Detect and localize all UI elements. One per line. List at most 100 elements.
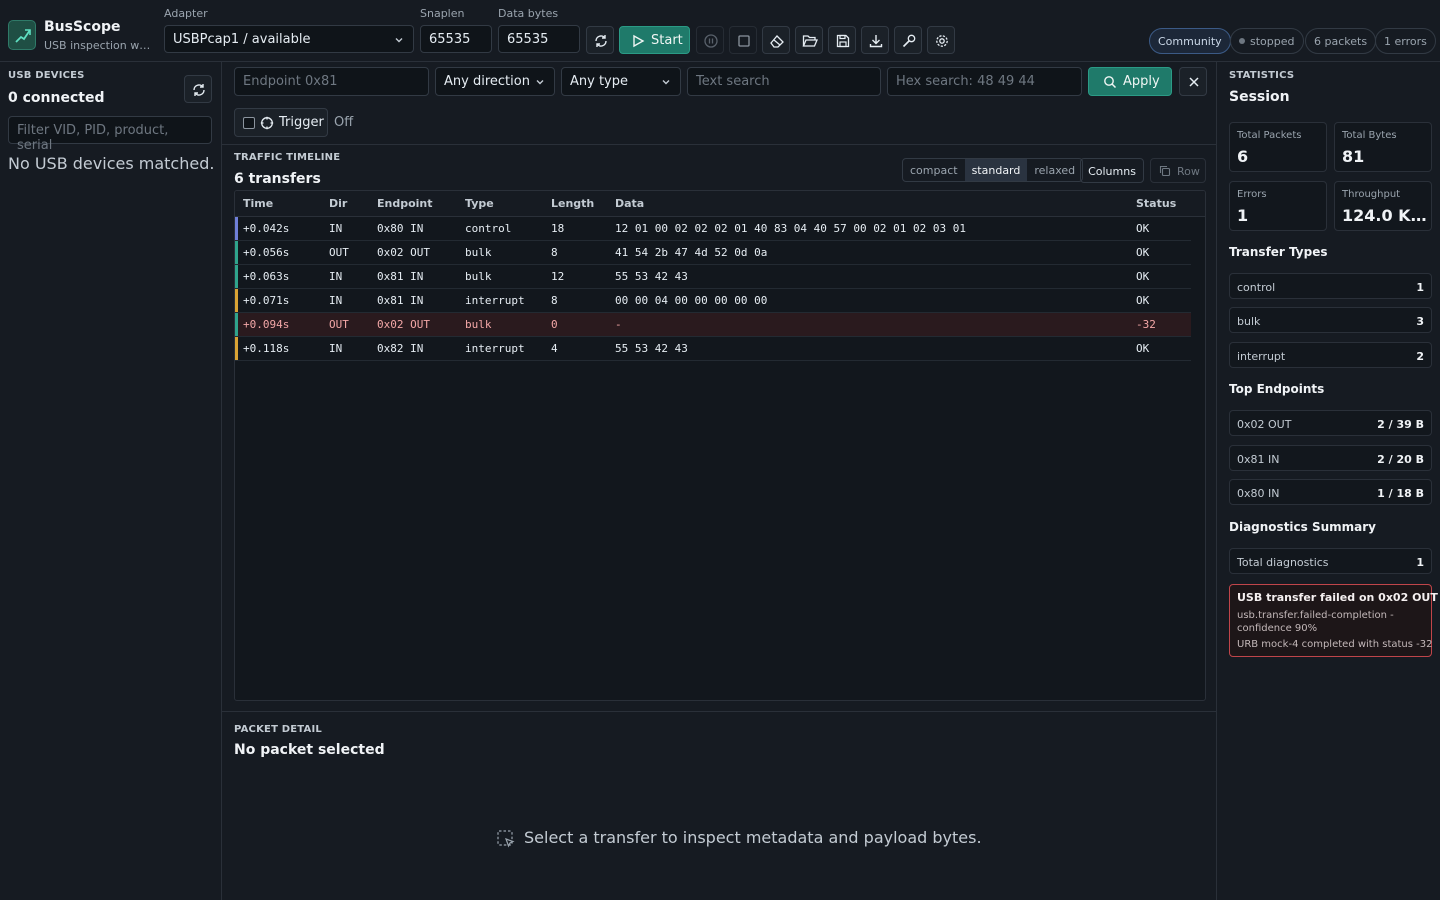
table-row[interactable]: +0.056s OUT 0x02 OUT bulk 8 41 54 2b 47 4d 52…: [235, 241, 1191, 265]
diagnostic-card[interactable]: USB transfer failed on 0x02 OUT usb.tran…: [1229, 584, 1438, 657]
stat-total-packets: Total Packets 6: [1229, 122, 1327, 172]
gear-icon: [936, 35, 948, 47]
export-button[interactable]: [861, 26, 889, 54]
device-filter-input[interactable]: Filter VID, PID, product, serial: [8, 116, 212, 153]
databytes-label: Data bytes: [498, 7, 559, 20]
density-standard[interactable]: standard: [964, 159, 1028, 181]
stats-title: Session: [1229, 89, 1290, 105]
diagnostics-total-row: Total diagnostics 1: [1229, 548, 1432, 574]
cell-length: 0: [551, 318, 558, 331]
table-row[interactable]: +0.063s IN 0x81 IN bulk 12 55 53 42 43 OK: [235, 265, 1191, 289]
endpoint-name: 0x81 IN: [1237, 453, 1280, 466]
transfer-type-row: control 1: [1229, 273, 1432, 299]
cell-time: +0.118s: [243, 342, 290, 355]
settings-button[interactable]: [927, 26, 955, 54]
play-icon: [633, 34, 645, 48]
app-subtitle: USB inspection workbench: [44, 39, 156, 52]
copy-row-button[interactable]: Row: [1150, 158, 1206, 183]
hex-search-input[interactable]: Hex search: 48 49 44: [887, 67, 1082, 96]
transfer-types-title: Transfer Types: [1229, 245, 1328, 259]
table-row[interactable]: +0.118s IN 0x82 IN interrupt 4 55 53 42 43 OK: [235, 337, 1191, 361]
type-value: Any type: [570, 74, 628, 89]
col-dir[interactable]: Dir: [329, 197, 347, 210]
table-row[interactable]: +0.094s OUT 0x02 OUT bulk 0 - -32: [235, 313, 1191, 337]
transfer-type-name: interrupt: [1237, 350, 1286, 363]
stop-button[interactable]: [729, 26, 757, 54]
text-search-input[interactable]: Text search: [687, 67, 881, 96]
stat-value: 6: [1237, 147, 1249, 166]
devices-panel: USB DEVICES 0 connected Filter VID, PID,…: [0, 62, 222, 900]
cell-data: 41 54 2b 47 4d 52 0d 0a: [615, 246, 768, 259]
copy-icon: [1159, 165, 1171, 177]
row-type-indicator: [235, 289, 238, 312]
error-count-badge: 1 errors: [1375, 28, 1436, 54]
refresh-icon: [193, 84, 205, 96]
cell-data: -: [615, 318, 622, 331]
density-relaxed[interactable]: relaxed: [1027, 159, 1082, 181]
databytes-input[interactable]: 65535: [498, 25, 580, 53]
cell-type: bulk: [465, 246, 492, 259]
diagnostics-title: Diagnostics Summary: [1229, 520, 1377, 534]
endpoint-row: 0x02 OUT 2 / 39 B: [1229, 410, 1432, 436]
stat-value: 81: [1342, 147, 1365, 166]
adapter-value: USBPcap1 / available: [173, 32, 311, 47]
pulse-icon: [15, 29, 31, 43]
trigger-toggle[interactable]: Trigger: [234, 108, 328, 137]
col-status[interactable]: Status: [1136, 197, 1176, 210]
divider: [222, 711, 1216, 712]
cell-data: 12 01 00 02 02 02 01 40 83 04 40 57 00 0…: [615, 222, 966, 235]
devices-section-label: USB DEVICES: [8, 70, 85, 81]
col-data[interactable]: Data: [615, 197, 644, 210]
clear-filters-button[interactable]: [1179, 67, 1207, 96]
devices-empty-text: No USB devices matched.: [8, 154, 215, 173]
start-label: Start: [651, 33, 683, 48]
open-file-button[interactable]: [795, 26, 823, 54]
table-row[interactable]: +0.071s IN 0x81 IN interrupt 8 00 00 04 00 00…: [235, 289, 1191, 313]
chevron-down-icon: [395, 38, 403, 43]
apply-filters-button[interactable]: Apply: [1088, 67, 1172, 96]
cell-data: 55 53 42 43: [615, 342, 688, 355]
direction-select[interactable]: Any direction: [435, 67, 555, 96]
download-icon: [869, 35, 883, 48]
tools-button[interactable]: [894, 26, 922, 54]
table-row[interactable]: +0.042s IN 0x80 IN control 18 12 01 00 02 02 …: [235, 217, 1191, 241]
density-compact[interactable]: compact: [903, 159, 965, 181]
snaplen-label: Snaplen: [420, 7, 465, 20]
top-toolbar: BusScope USB inspection workbench Adapte…: [0, 0, 1440, 62]
trigger-label: Trigger: [279, 115, 324, 130]
capture-state-text: stopped: [1250, 35, 1295, 48]
columns-button[interactable]: Columns: [1080, 158, 1144, 183]
col-endpoint[interactable]: Endpoint: [377, 197, 433, 210]
col-type[interactable]: Type: [465, 197, 494, 210]
clear-capture-button[interactable]: [762, 26, 790, 54]
refresh-adapters-button[interactable]: [586, 26, 614, 54]
endpoint-filter-input[interactable]: Endpoint 0x81: [234, 67, 429, 96]
type-select[interactable]: Any type: [561, 67, 681, 96]
cell-status: OK: [1136, 270, 1150, 283]
col-time[interactable]: Time: [243, 197, 273, 210]
endpoint-name: 0x02 OUT: [1237, 418, 1292, 431]
start-capture-button[interactable]: Start: [619, 26, 690, 54]
pause-button[interactable]: [696, 26, 724, 54]
cell-endpoint: 0x02 OUT: [377, 246, 430, 259]
select-cursor-icon: [497, 830, 515, 848]
trigger-checkbox[interactable]: [243, 117, 255, 129]
cell-dir: IN: [329, 270, 343, 283]
cell-status: OK: [1136, 222, 1150, 235]
row-type-indicator: [235, 217, 238, 240]
wrench-icon: [902, 34, 916, 48]
endpoint-value: 2 / 39 B: [1377, 418, 1424, 431]
packet-count-badge: 6 packets: [1305, 28, 1377, 54]
snaplen-input[interactable]: 65535: [420, 25, 492, 53]
cell-length: 12: [551, 270, 565, 283]
detail-section-label: PACKET DETAIL: [234, 724, 322, 735]
cell-time: +0.042s: [243, 222, 290, 235]
stat-throughput: Throughput 124.0 Kb...: [1334, 181, 1432, 231]
save-button[interactable]: [828, 26, 856, 54]
adapter-select[interactable]: USBPcap1 / available: [164, 25, 414, 53]
col-length[interactable]: Length: [551, 197, 594, 210]
cell-dir: IN: [329, 222, 343, 235]
cell-length: 8: [551, 294, 558, 307]
refresh-devices-button[interactable]: [184, 75, 212, 103]
crosshair-icon: [260, 116, 274, 130]
